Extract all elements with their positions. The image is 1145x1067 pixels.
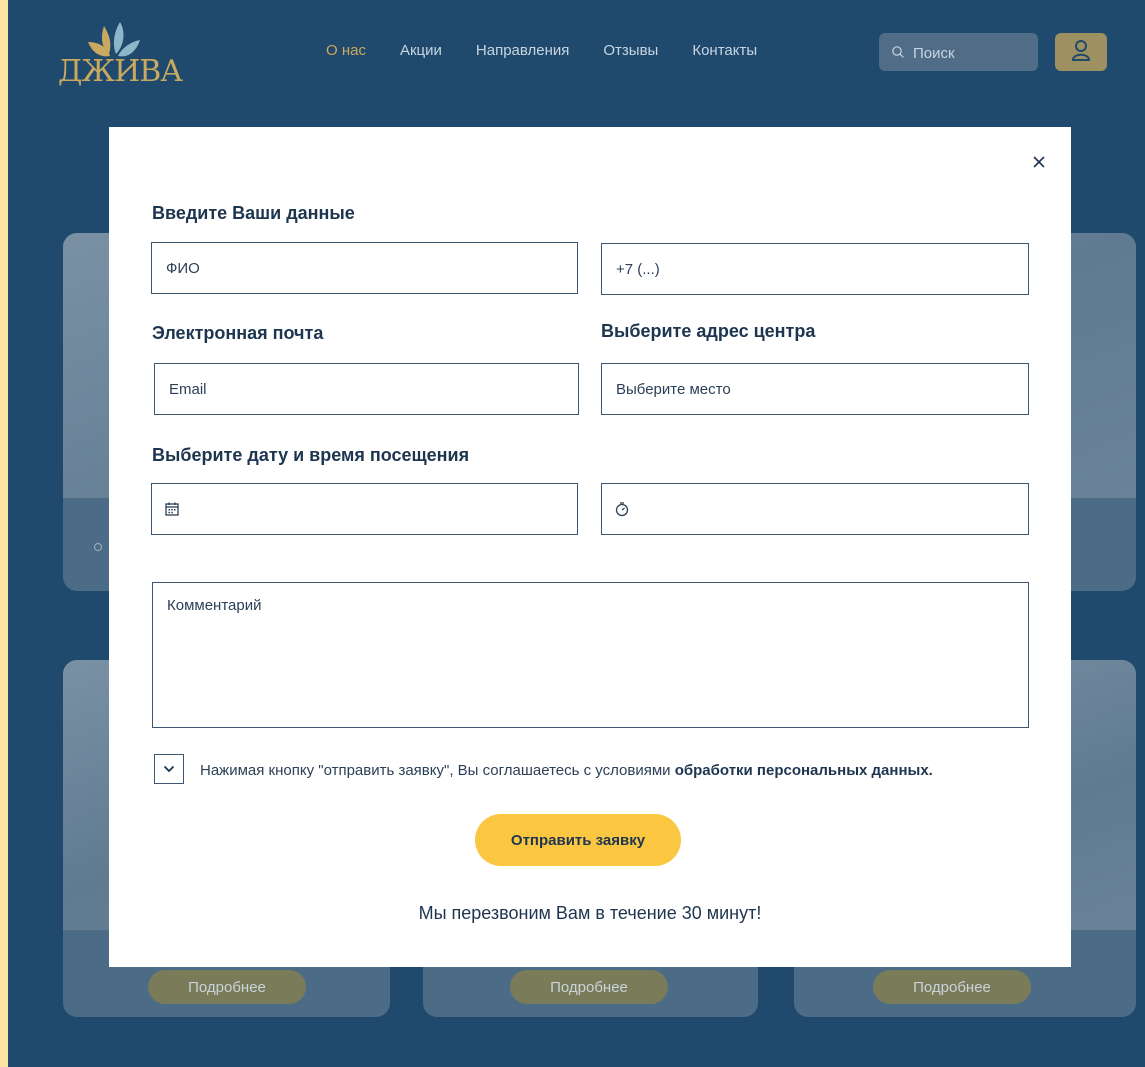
user-icon [1071,39,1091,61]
nav-item-promotions[interactable]: Акции [400,42,442,59]
nav-item-directions[interactable]: Направления [476,42,570,59]
search-icon [892,46,904,58]
consent-text: Нажимая кнопку "отправить заявку", Вы со… [200,762,933,779]
clock-icon [615,502,629,517]
logo-text: ДЖИВА [58,54,183,89]
address-select[interactable] [601,363,1029,415]
email-input[interactable] [154,363,579,415]
address-label: Выберите адрес центра [601,321,816,341]
search-input[interactable] [911,33,1035,73]
nav-item-contacts[interactable]: Контакты [692,42,757,59]
fio-input[interactable] [151,242,578,294]
close-button[interactable] [1028,151,1050,173]
main-nav: О нас Акции Направления Отзывы Контакты [326,42,791,59]
form-title: Введите Ваши данные [152,203,355,223]
more-button[interactable]: Подробнее [148,970,306,1004]
consent-statement: Нажимая кнопку "отправить заявку", Вы со… [200,762,675,779]
submit-request-button[interactable]: Отправить заявку [475,814,681,866]
nav-item-reviews[interactable]: Отзывы [603,42,658,59]
callback-note: Мы перезвоним Вам в течение 30 минут! [418,903,762,923]
time-input[interactable] [601,483,1029,535]
booking-modal: Введите Ваши данные Электронная почта Вы… [109,127,1071,967]
phone-input[interactable] [601,243,1029,295]
more-button[interactable]: Подробнее [510,970,668,1004]
comment-textarea[interactable] [152,582,1029,728]
consent-checkbox[interactable] [154,754,184,784]
email-label: Электронная почта [152,323,324,343]
check-icon [163,765,175,773]
personal-data-link[interactable]: обработки персональных данных. [675,762,933,779]
user-account-button[interactable] [1055,33,1107,71]
more-button[interactable]: Подробнее [873,970,1031,1004]
datetime-label: Выберите дату и время посещения [152,445,470,465]
page-background: ДЖИВА О нас Акции Направления Отзывы Кон… [8,0,1145,1067]
slider-dot[interactable] [94,543,102,551]
date-input[interactable] [151,483,578,535]
close-icon [1033,156,1045,168]
nav-item-about[interactable]: О нас [326,42,366,59]
search-box [879,33,1038,73]
calendar-icon [165,502,179,516]
